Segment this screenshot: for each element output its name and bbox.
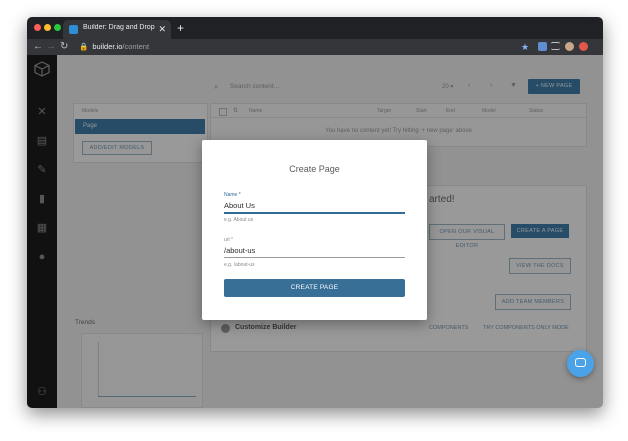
tab-title: Builder: Drag and Drop Page B (83, 24, 155, 31)
browser-tab-bar: Builder: Drag and Drop Page B ✕ + (27, 17, 603, 39)
name-input-underline (224, 212, 405, 214)
reload-icon[interactable]: ↻ (60, 41, 68, 53)
url-path: /content (122, 42, 150, 51)
close-window-button[interactable] (34, 24, 41, 31)
name-field-hint: e.g. About us (224, 217, 254, 223)
builder-favicon-icon (69, 25, 78, 34)
create-page-dialog: Create Page Name * About Us e.g. About u… (202, 140, 427, 320)
back-arrow-icon[interactable]: ← (33, 41, 43, 53)
extension-icon[interactable] (538, 42, 547, 51)
address-bar: ← → ↻ 🔒 builder.io/content ★ (27, 39, 603, 55)
update-alert-icon[interactable] (579, 42, 588, 51)
name-field-label: Name * (224, 192, 241, 198)
create-page-button[interactable]: CREATE PAGE (224, 279, 405, 297)
browser-tab[interactable]: Builder: Drag and Drop Page B ✕ (63, 20, 171, 39)
url-field-label: url * (224, 237, 233, 243)
name-input[interactable]: About Us (224, 201, 255, 210)
dialog-title: Create Page (289, 164, 340, 174)
url-input[interactable]: /about-us (224, 246, 255, 255)
chat-icon (575, 358, 586, 367)
profile-avatar-icon[interactable] (565, 42, 574, 51)
bookmark-star-icon[interactable]: ★ (521, 41, 529, 53)
tab-close-icon[interactable]: ✕ (158, 23, 166, 35)
lock-icon: 🔒 (79, 42, 89, 51)
forward-arrow-icon[interactable]: → (46, 41, 56, 53)
url-input-underline (224, 257, 405, 258)
maximize-window-button[interactable] (54, 24, 61, 31)
url-field-hint: e.g. /about-us (224, 262, 255, 268)
browser-window: Builder: Drag and Drop Page B ✕ + ← → ↻ … (27, 17, 603, 408)
minimize-window-button[interactable] (44, 24, 51, 31)
url-field[interactable]: 🔒 builder.io/content (79, 42, 149, 51)
new-tab-button[interactable]: + (177, 20, 184, 36)
url-host: builder.io (92, 42, 123, 51)
app-body: ✕ ▤ ✎ ▮ ▦ ● ⚇ Models Page ADD/EDIT MODEL… (27, 55, 603, 408)
reading-list-icon[interactable] (551, 42, 560, 50)
chat-support-button[interactable] (567, 350, 594, 377)
